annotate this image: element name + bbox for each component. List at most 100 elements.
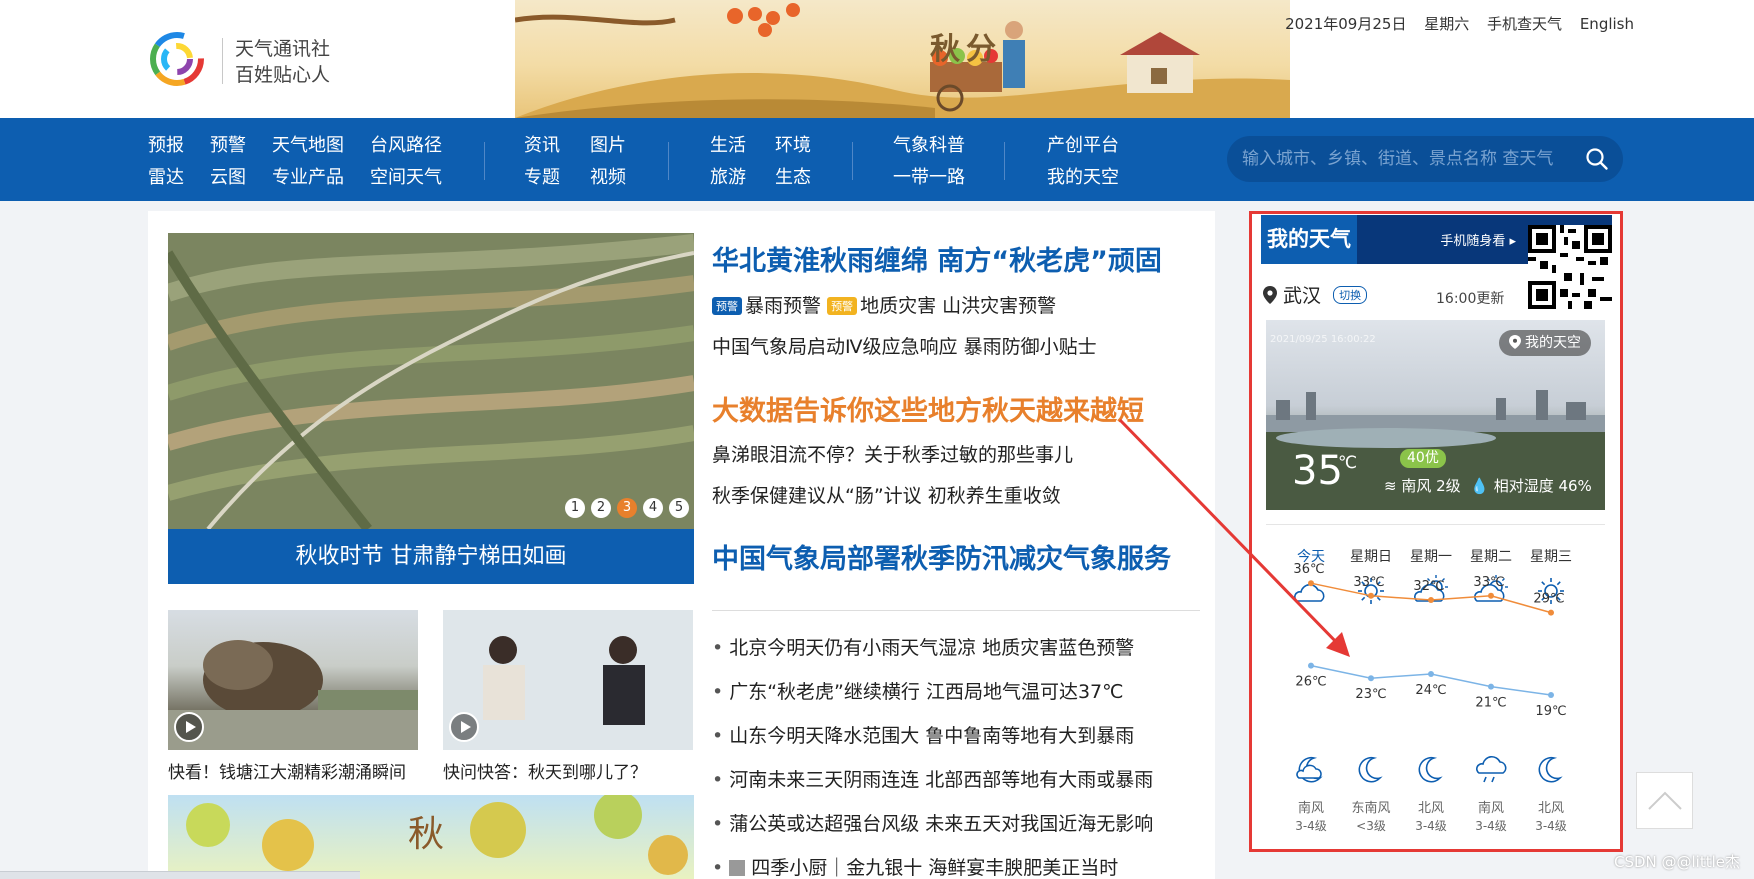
english-link[interactable]: English [1580, 15, 1634, 33]
low-temp-label: 19℃ [1535, 704, 1566, 719]
list-item-text: 北京今明天仍有小雨天气湿凉 地质灾害蓝色预警 [729, 637, 1135, 659]
logo-icon[interactable] [150, 32, 204, 86]
qr-code [1528, 225, 1612, 309]
current-date: 2021年09月25日 [1285, 15, 1407, 33]
location-pin-icon [1263, 286, 1277, 304]
my-sky-button[interactable]: 我的天空 [1498, 330, 1591, 356]
nav-link-typhoon[interactable]: 台风路径 [370, 130, 442, 162]
nav-link-belt-road[interactable]: 一带一路 [893, 162, 965, 194]
news-link-emergency[interactable]: 中国气象局启动Ⅳ级应急响应 暴雨防御小贴士 [712, 332, 1097, 359]
video-caption-tide[interactable]: 快看！钱塘江大潮精彩潮涌瞬间 [168, 758, 406, 783]
list-item[interactable]: • 蒲公英或达超强台风级 未来五天对我国近海无影响 [712, 809, 1153, 853]
nav-link-pro-products[interactable]: 专业产品 [272, 162, 370, 194]
nav-group-forecast: 预报 预警 天气地图 台风路径 雷达 云图 专业产品 空间天气 [148, 130, 442, 194]
nav-link-satellite[interactable]: 云图 [210, 162, 272, 194]
headline-big-data-autumn[interactable]: 大数据告诉你这些地方秋天越来越短 [712, 389, 1144, 428]
nav-link-video[interactable]: 视频 [590, 162, 626, 194]
nav-link-my-sky[interactable]: 我的天空 [1047, 162, 1119, 194]
nav-link-life[interactable]: 生活 [710, 130, 775, 162]
mobile-weather-link[interactable]: 手机查天气 [1487, 15, 1562, 33]
headline-autumn-rain[interactable]: 华北黄淮秋雨缠绵 南方“秋老虎”顽固 [712, 239, 1162, 278]
logo-slogan: 天气通讯社 百姓贴心人 [235, 36, 330, 88]
wind-level-label: 3-4级 [1535, 819, 1567, 833]
pager-dot-5[interactable]: 5 [669, 498, 689, 518]
nav-link-forecast[interactable]: 预报 [148, 130, 210, 162]
humidity-drop-icon: 💧 [1470, 477, 1489, 495]
search-icon[interactable] [1585, 147, 1609, 171]
video-caption-interview[interactable]: 快问快答：秋天到哪儿了？ [443, 758, 647, 783]
list-item[interactable]: • 北京今明天仍有小雨天气湿凉 地质灾害蓝色预警 [712, 633, 1153, 677]
low-temp-label: 26℃ [1295, 675, 1326, 690]
list-item[interactable]: • 河南未来三天阴雨连连 北部西部等地有大雨或暴雨 [712, 765, 1153, 809]
wind-icon: ≋ [1384, 477, 1397, 495]
high-temp-point [1548, 609, 1554, 616]
hero-caption[interactable]: 秋收时节 甘肃静宁梯田如画 [168, 529, 694, 584]
top-links: 2021年09月25日 星期六 手机查天气 English [1272, 13, 1634, 34]
nav-link-radar[interactable]: 雷达 [148, 162, 210, 194]
forecast-day-label: 星期三 [1530, 549, 1572, 565]
top-header: 天气通讯社 百姓贴心人 秋分 2021年09月25日 星期六 手机查天气 Eng… [0, 0, 1754, 118]
live-timestamp: 2021/09/25 16:00:22 [1270, 334, 1376, 345]
geo-hazard-warning-link[interactable]: 地质灾害 山洪灾害预警 [860, 295, 1056, 317]
autumn-feature-banner[interactable]: 秋 [168, 795, 694, 879]
current-humidity: 相对湿度 46% [1493, 477, 1592, 495]
list-item[interactable]: • 山东今明天降水范围大 鲁中鲁南等地有大到暴雨 [712, 721, 1153, 765]
list-item[interactable]: • 广东“秋老虎”继续横行 江西局地气温可达37℃ [712, 677, 1153, 721]
nav-link-topics[interactable]: 专题 [524, 162, 590, 194]
pager-dot-1[interactable]: 1 [565, 498, 585, 518]
rainstorm-warning-link[interactable]: 暴雨预警 [745, 295, 821, 317]
watermark: CSDN @@little杰 [1613, 853, 1740, 871]
bullet: • [712, 769, 724, 791]
browser-status-bar [0, 871, 360, 879]
nav-link-platform[interactable]: 产创平台 [1047, 130, 1119, 162]
news-link-allergy[interactable]: 鼻涕眼泪流不停？关于秋季过敏的那些事儿 [712, 440, 1073, 467]
wind-level-label: 3-4级 [1475, 819, 1507, 833]
nav-link-travel[interactable]: 旅游 [710, 162, 775, 194]
mobile-view-link[interactable]: 手机随身看 ▸ [1440, 230, 1516, 249]
nav-link-ecology[interactable]: 生态 [775, 162, 811, 194]
autumn-title: 秋 [408, 814, 445, 855]
list-item-text: 蒲公英或达超强台风级 未来五天对我国近海无影响 [729, 813, 1154, 835]
low-temp-point [1368, 675, 1374, 682]
nav-link-news[interactable]: 资讯 [524, 130, 590, 162]
search-input[interactable]: 输入城市、乡镇、街道、景点名称 查天气 [1227, 136, 1623, 182]
video-tag-icon [729, 860, 746, 876]
interview-photo [443, 610, 693, 750]
update-time: 16:00更新 [1436, 291, 1505, 307]
list-item[interactable]: • 四季小厨｜金九银十 海鲜宴丰腴肥美正当时 [712, 853, 1153, 879]
video-thumb-interview[interactable] [443, 610, 693, 750]
my-weather-title: 我的天气 [1261, 215, 1357, 264]
nav-link-environment[interactable]: 环境 [775, 130, 811, 162]
pager-dot-2[interactable]: 2 [591, 498, 611, 518]
pager-dot-3-active[interactable]: 3 [617, 498, 637, 518]
high-temp-label: 29℃ [1533, 592, 1564, 607]
switch-city-button[interactable]: 切换 [1333, 286, 1368, 304]
play-icon[interactable] [449, 712, 479, 742]
nav-group-science: 气象科普 一带一路 [893, 130, 965, 194]
nav-link-space-weather[interactable]: 空间天气 [370, 162, 442, 194]
main-nav: 预报 预警 天气地图 台风路径 雷达 云图 专业产品 空间天气 资讯 图片 专题… [0, 118, 1754, 201]
current-conditions: ≋ 南风 2级 💧 相对湿度 46% [1384, 475, 1592, 496]
nav-link-weather-map[interactable]: 天气地图 [272, 130, 370, 162]
low-temp-point [1548, 692, 1554, 698]
hero-image-terraces[interactable] [168, 233, 694, 529]
nav-group-life: 生活 环境 旅游 生态 [710, 130, 811, 194]
back-to-top-button[interactable] [1636, 772, 1693, 829]
news-link-health[interactable]: 秋季保健建议从“肠”计议 初秋养生重收敛 [712, 481, 1061, 508]
terraces-photo [168, 233, 694, 529]
list-item-text: 四季小厨｜金九银十 海鲜宴丰腴肥美正当时 [751, 857, 1119, 879]
high-temp-point [1428, 597, 1434, 603]
video-thumb-tide[interactable] [168, 610, 418, 750]
pager-dot-4[interactable]: 4 [643, 498, 663, 518]
list-item-text: 河南未来三天阴雨连连 北部西部等地有大雨或暴雨 [729, 769, 1154, 791]
nav-link-warning[interactable]: 预警 [210, 130, 272, 162]
nav-link-science[interactable]: 气象科普 [893, 130, 965, 162]
play-icon[interactable] [174, 712, 204, 742]
autumn-equinox-banner[interactable]: 秋分 [515, 0, 1290, 118]
low-temp-label: 24℃ [1415, 683, 1446, 698]
nav-link-pictures[interactable]: 图片 [590, 130, 626, 162]
headline-flood-prevention[interactable]: 中国气象局部署秋季防汛减灾气象服务 [712, 537, 1171, 576]
wind-direction-label: 北风 [1538, 801, 1564, 816]
search-placeholder: 输入城市、乡镇、街道、景点名称 查天气 [1242, 149, 1554, 169]
bullet: • [712, 681, 724, 703]
